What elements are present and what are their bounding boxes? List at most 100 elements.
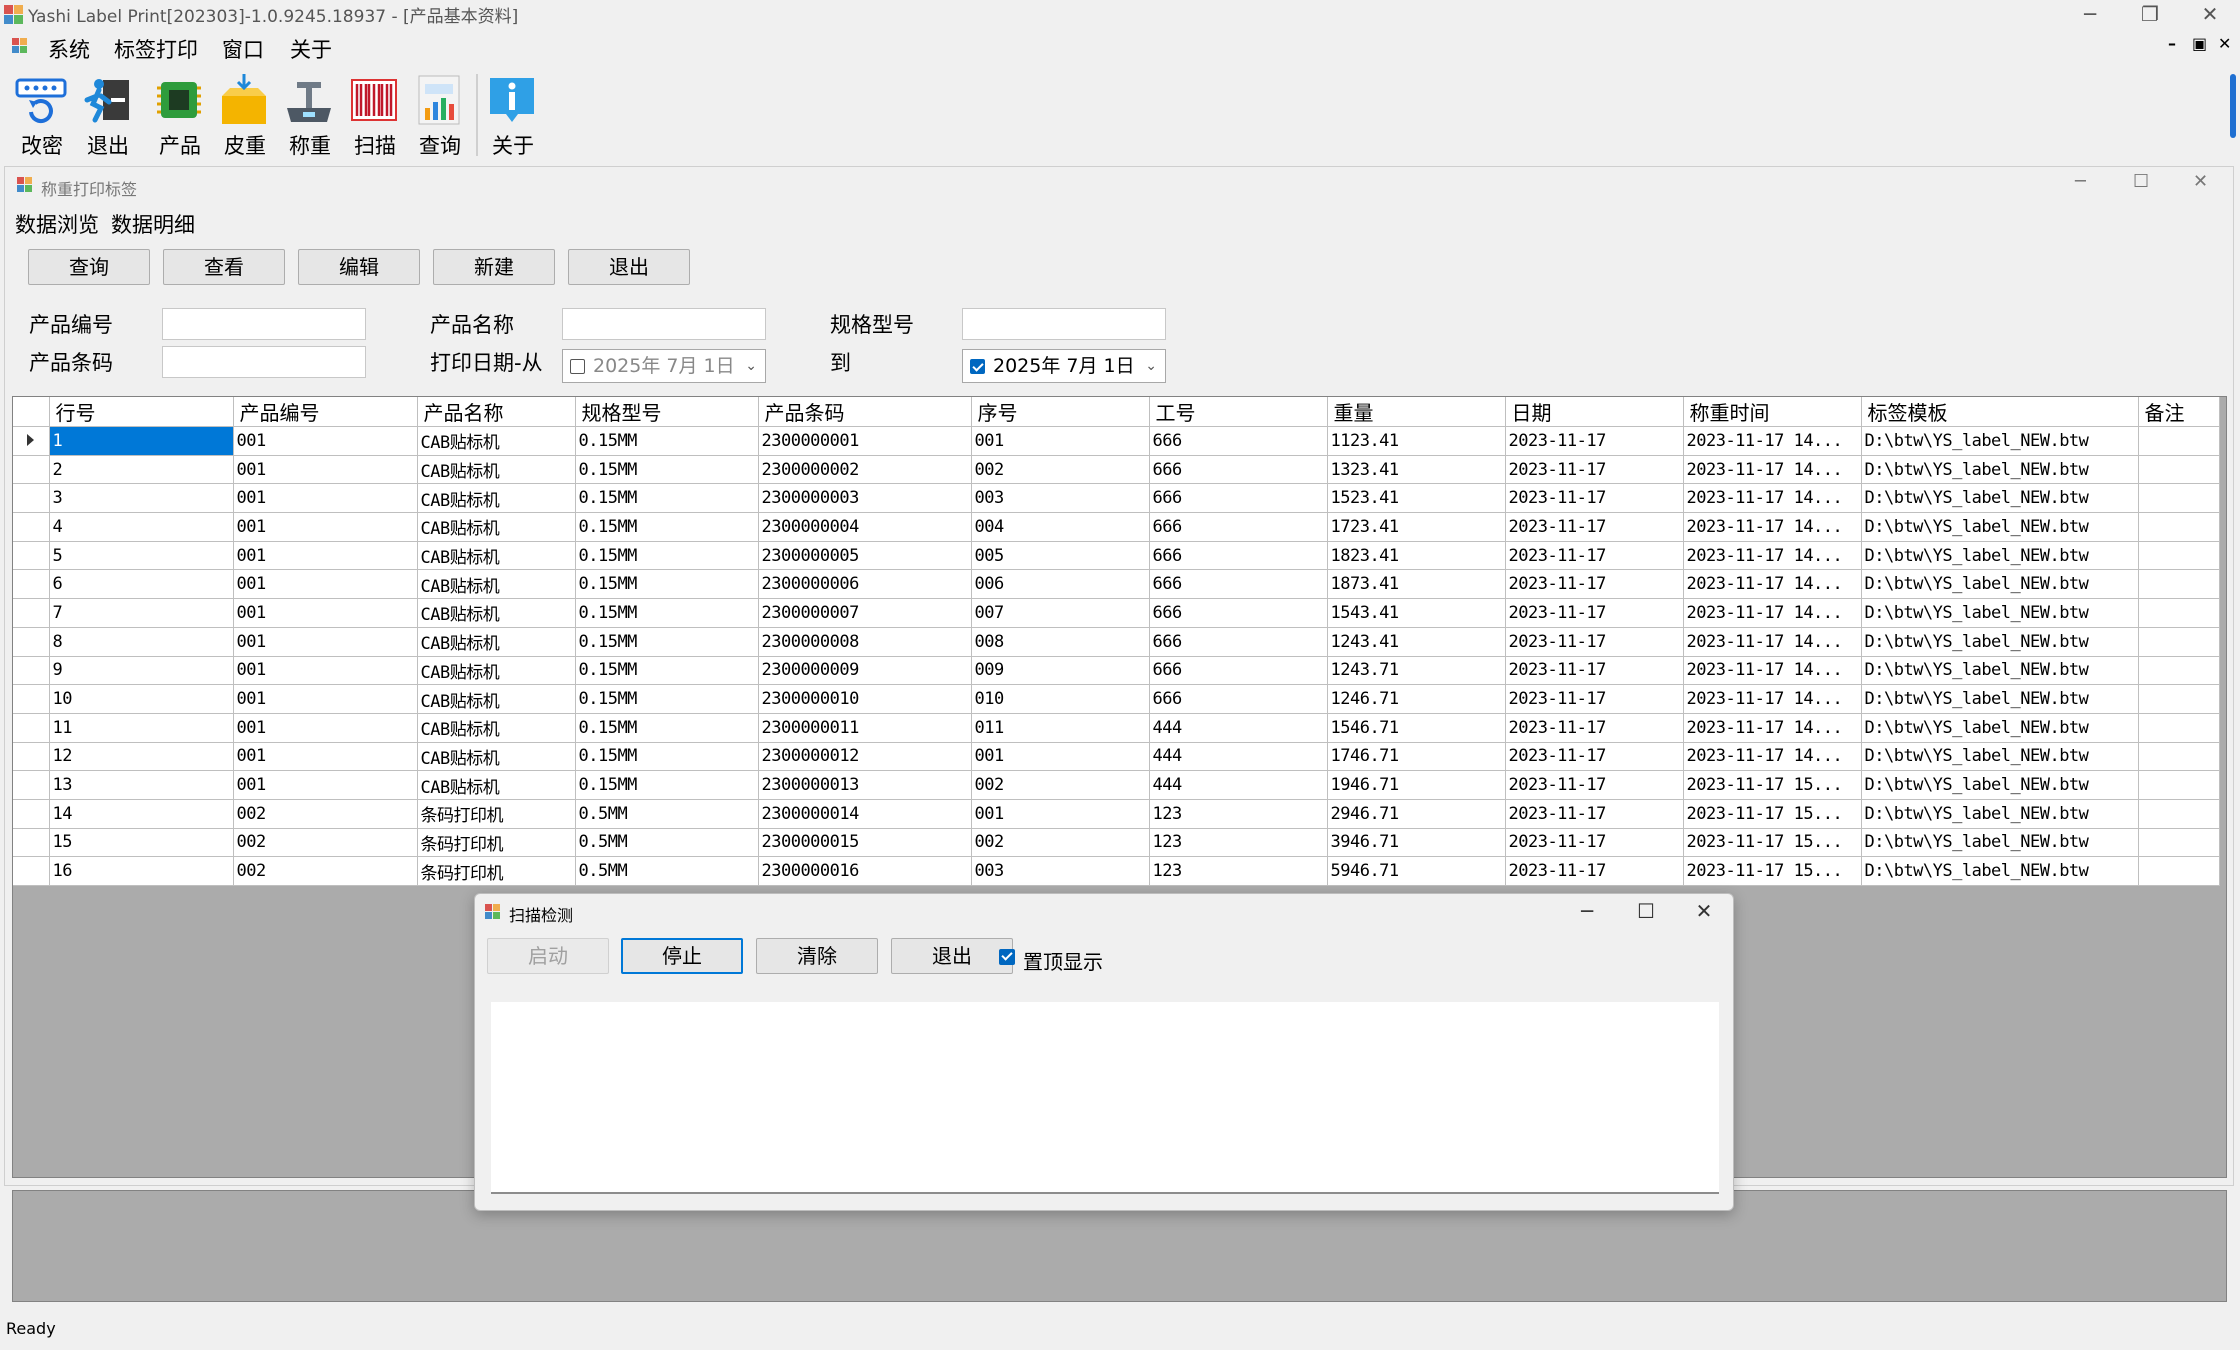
- table-cell[interactable]: 0.15MM: [575, 541, 759, 571]
- table-row[interactable]: 11 001 CAB贴标机 0.15MM 2300000011 011 444 1546.71…: [13, 713, 2220, 743]
- table-cell[interactable]: [2138, 684, 2220, 714]
- table-cell[interactable]: 2023-11-17: [1505, 684, 1684, 714]
- table-cell[interactable]: 001: [233, 742, 418, 772]
- table-cell[interactable]: 4: [49, 512, 234, 542]
- close-button[interactable]: ✕: [2180, 0, 2240, 30]
- row-header-corner[interactable]: [13, 397, 50, 427]
- table-cell[interactable]: 0.5MM: [575, 799, 759, 829]
- scroll-indicator[interactable]: [2230, 74, 2236, 138]
- table-cell[interactable]: 2023-11-17: [1505, 770, 1684, 800]
- tab-data-browse[interactable]: 数据浏览: [13, 209, 101, 239]
- table-cell[interactable]: D:\btw\YS_label_NEW.btw: [1861, 455, 2139, 485]
- table-cell[interactable]: 666: [1149, 569, 1328, 600]
- query-button[interactable]: 查询: [28, 249, 150, 285]
- table-cell[interactable]: 002: [971, 770, 1150, 800]
- exit-button[interactable]: 退出: [568, 249, 690, 285]
- table-cell[interactable]: 1: [49, 426, 234, 456]
- toolbar-weighing-button[interactable]: 称重: [278, 70, 342, 160]
- column-header[interactable]: 日期: [1505, 397, 1684, 427]
- menu-window[interactable]: 窗口: [222, 34, 264, 64]
- table-cell[interactable]: 2023-11-17 14...: [1683, 569, 1862, 600]
- column-header[interactable]: 规格型号: [575, 397, 759, 427]
- table-cell[interactable]: 2300000008: [758, 627, 972, 657]
- date-from-picker[interactable]: 2025年 7月 1日 ⌄: [562, 349, 766, 383]
- tab-data-detail[interactable]: 数据明细: [109, 209, 197, 239]
- table-cell[interactable]: D:\btw\YS_label_NEW.btw: [1861, 828, 2139, 858]
- child-close-button[interactable]: ✕: [2193, 171, 2208, 192]
- table-row[interactable]: 10 001 CAB贴标机 0.15MM 2300000010 010 666 1246.71…: [13, 684, 2220, 714]
- checkbox-checked-icon[interactable]: [999, 949, 1015, 965]
- table-cell[interactable]: 666: [1149, 627, 1328, 657]
- row-header[interactable]: [13, 684, 50, 714]
- table-cell[interactable]: 2023-11-17: [1505, 512, 1684, 542]
- table-cell[interactable]: 1746.71: [1327, 742, 1506, 772]
- table-cell[interactable]: 2023-11-17: [1505, 455, 1684, 485]
- table-cell[interactable]: 001: [233, 426, 418, 456]
- table-cell[interactable]: 2023-11-17: [1505, 799, 1684, 829]
- table-cell[interactable]: 2023-11-17 15...: [1683, 856, 1862, 886]
- table-cell[interactable]: 条码打印机: [417, 828, 576, 858]
- table-cell[interactable]: 2300000007: [758, 598, 972, 628]
- date-from-checkbox[interactable]: [570, 359, 585, 374]
- table-cell[interactable]: D:\btw\YS_label_NEW.btw: [1861, 512, 2139, 542]
- table-cell[interactable]: 2: [49, 455, 234, 485]
- table-cell[interactable]: 2300000016: [758, 856, 972, 886]
- view-button[interactable]: 查看: [163, 249, 285, 285]
- table-cell[interactable]: 2023-11-17 14...: [1683, 742, 1862, 772]
- menu-system[interactable]: 系统: [48, 34, 90, 64]
- table-cell[interactable]: 2023-11-17: [1505, 656, 1684, 686]
- table-cell[interactable]: D:\btw\YS_label_NEW.btw: [1861, 627, 2139, 657]
- table-cell[interactable]: 2023-11-17 14...: [1683, 512, 1862, 542]
- mdi-restore-button[interactable]: ▣: [2192, 34, 2207, 53]
- table-row[interactable]: 2 001 CAB贴标机 0.15MM 2300000002 002 666 1323.41 2…: [13, 455, 2220, 485]
- table-cell[interactable]: 2300000003: [758, 483, 972, 514]
- table-cell[interactable]: 2300000011: [758, 713, 972, 743]
- table-cell[interactable]: 001: [233, 569, 418, 600]
- column-header[interactable]: 产品名称: [417, 397, 576, 427]
- table-cell[interactable]: 2023-11-17 14...: [1683, 483, 1862, 514]
- table-cell[interactable]: 002: [971, 828, 1150, 858]
- table-cell[interactable]: CAB贴标机: [417, 455, 576, 485]
- row-header[interactable]: [13, 483, 50, 514]
- table-cell[interactable]: 1946.71: [1327, 770, 1506, 800]
- table-cell[interactable]: 2023-11-17 15...: [1683, 770, 1862, 800]
- row-header[interactable]: [13, 569, 50, 600]
- table-cell[interactable]: 5946.71: [1327, 856, 1506, 886]
- table-row[interactable]: 4 001 CAB贴标机 0.15MM 2300000004 004 666 1723.41 2…: [13, 512, 2220, 542]
- table-cell[interactable]: 1546.71: [1327, 713, 1506, 743]
- table-cell[interactable]: 0.15MM: [575, 627, 759, 657]
- table-cell[interactable]: 0.15MM: [575, 598, 759, 628]
- table-cell[interactable]: 001: [971, 426, 1150, 456]
- table-cell[interactable]: [2138, 569, 2220, 600]
- table-cell[interactable]: 002: [233, 856, 418, 886]
- table-cell[interactable]: CAB贴标机: [417, 541, 576, 571]
- row-header[interactable]: [13, 627, 50, 657]
- table-cell[interactable]: 011: [971, 713, 1150, 743]
- table-cell[interactable]: 444: [1149, 713, 1328, 743]
- table-cell[interactable]: 2300000010: [758, 684, 972, 714]
- table-cell[interactable]: CAB贴标机: [417, 656, 576, 686]
- table-cell[interactable]: 1243.71: [1327, 656, 1506, 686]
- table-cell[interactable]: D:\btw\YS_label_NEW.btw: [1861, 426, 2139, 456]
- table-cell[interactable]: 2300000005: [758, 541, 972, 571]
- start-button[interactable]: 启动: [487, 938, 609, 974]
- table-cell[interactable]: 10: [49, 684, 234, 714]
- table-cell[interactable]: 0.15MM: [575, 770, 759, 800]
- table-cell[interactable]: [2138, 627, 2220, 657]
- table-cell[interactable]: CAB贴标机: [417, 598, 576, 628]
- chevron-down-icon[interactable]: ⌄: [1145, 350, 1157, 382]
- table-cell[interactable]: 7: [49, 598, 234, 628]
- table-cell[interactable]: 11: [49, 713, 234, 743]
- table-cell[interactable]: 12: [49, 742, 234, 772]
- table-cell[interactable]: 2023-11-17: [1505, 627, 1684, 657]
- row-header[interactable]: [13, 799, 50, 829]
- table-cell[interactable]: 2023-11-17: [1505, 483, 1684, 514]
- table-row[interactable]: 15 002 条码打印机 0.5MM 2300000015 002 123 3946.71 20…: [13, 828, 2220, 858]
- column-header[interactable]: 备注: [2138, 397, 2220, 427]
- table-cell[interactable]: 001: [971, 799, 1150, 829]
- table-cell[interactable]: 003: [971, 856, 1150, 886]
- table-cell[interactable]: 2023-11-17 14...: [1683, 713, 1862, 743]
- table-cell[interactable]: CAB贴标机: [417, 512, 576, 542]
- table-cell[interactable]: 2023-11-17: [1505, 426, 1684, 456]
- table-cell[interactable]: 005: [971, 541, 1150, 571]
